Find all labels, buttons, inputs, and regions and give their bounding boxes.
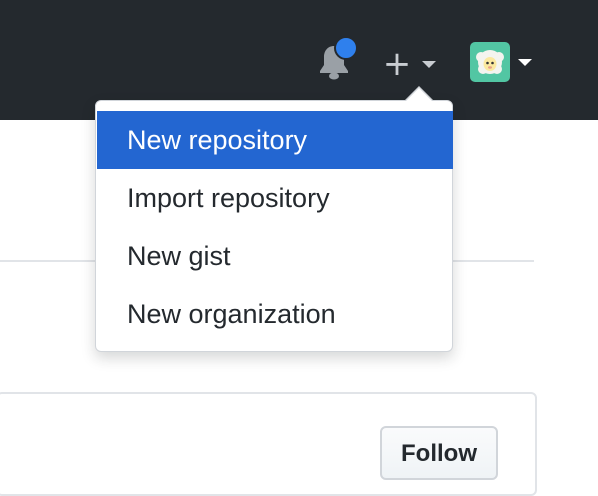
create-new-button[interactable]: + bbox=[382, 46, 444, 82]
menu-item-new-organization[interactable]: New organization bbox=[97, 285, 453, 343]
user-menu-button[interactable] bbox=[470, 42, 540, 84]
notifications-button[interactable] bbox=[316, 36, 358, 82]
notification-indicator bbox=[334, 36, 358, 60]
plus-icon: + bbox=[382, 44, 412, 84]
dropdown-arrow bbox=[406, 88, 432, 101]
chevron-down-icon bbox=[422, 61, 436, 68]
chevron-down-icon bbox=[518, 59, 532, 66]
menu-item-new-repository[interactable]: New repository bbox=[97, 111, 453, 169]
sheep-avatar-icon bbox=[476, 50, 504, 74]
menu-item-import-repository[interactable]: Import repository bbox=[97, 169, 453, 227]
create-new-dropdown: New repository Import repository New gis… bbox=[95, 100, 453, 352]
menu-item-new-gist[interactable]: New gist bbox=[97, 227, 453, 285]
avatar bbox=[470, 42, 510, 82]
